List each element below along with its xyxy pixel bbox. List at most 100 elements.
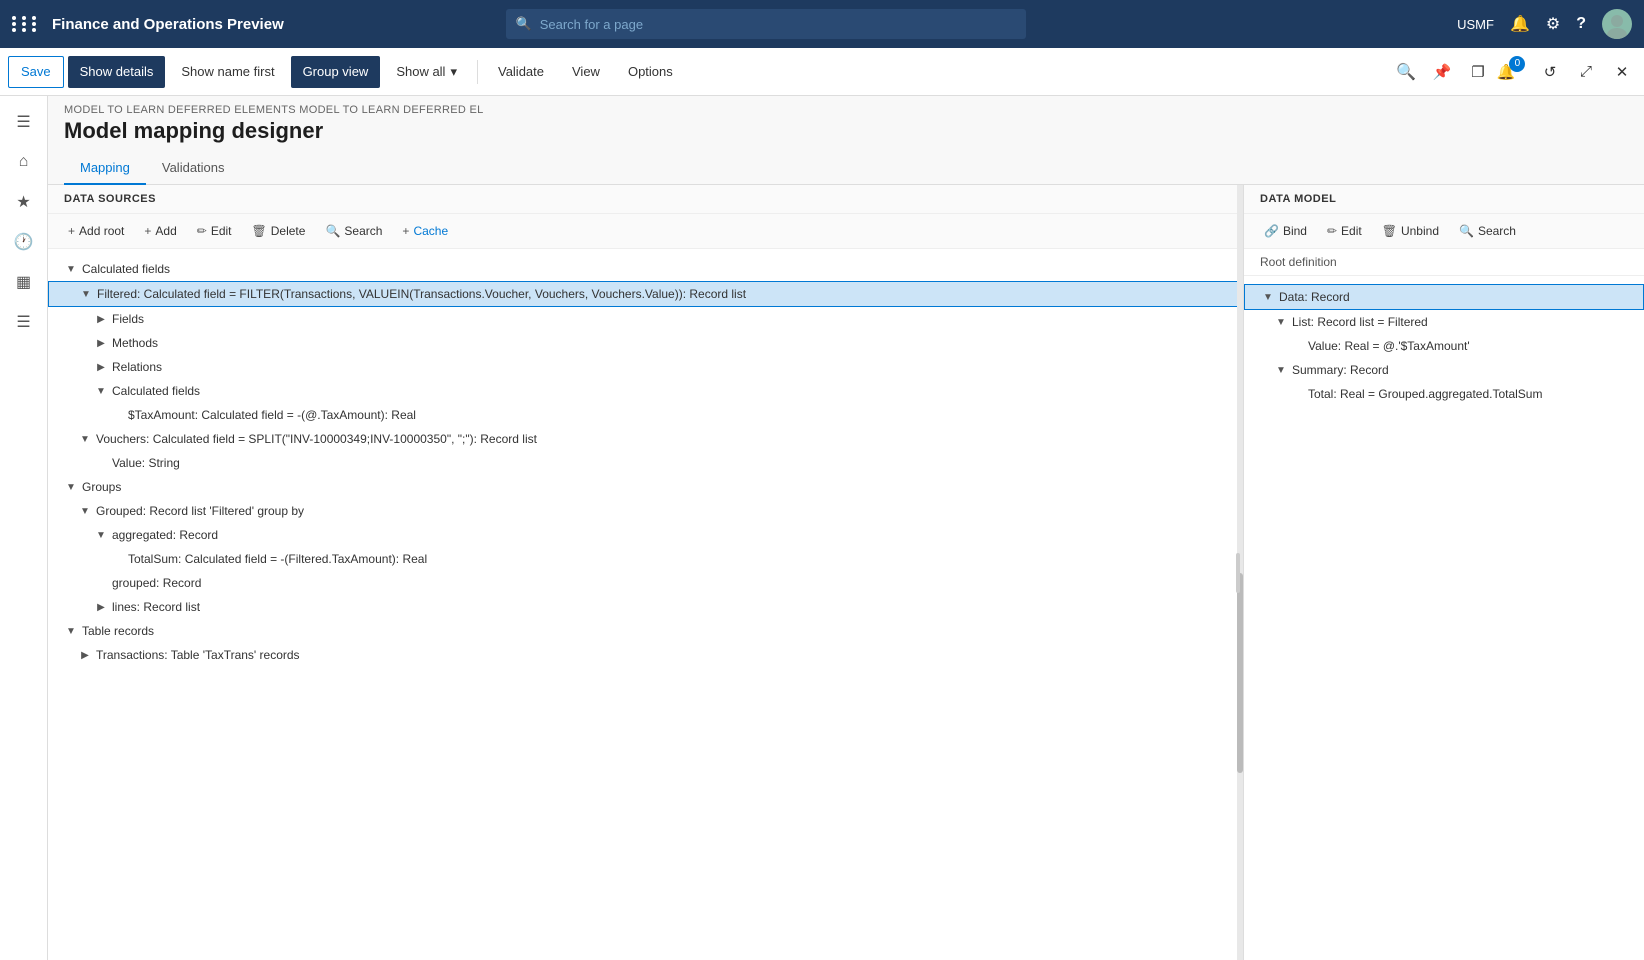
tree-item[interactable]: Value: String	[48, 451, 1243, 475]
tree-item[interactable]: aggregated: Record	[48, 523, 1243, 547]
tree-item[interactable]: Vouchers: Calculated field = SPLIT("INV-…	[48, 427, 1243, 451]
sidebar-home-icon[interactable]: ⌂	[6, 144, 42, 180]
panel-splitter[interactable]	[1236, 553, 1240, 593]
tab-mapping[interactable]: Mapping	[64, 152, 146, 185]
add-root-icon: +	[68, 224, 75, 238]
sidebar-hamburger-icon[interactable]: ☰	[6, 104, 42, 140]
expand-icon[interactable]	[94, 384, 108, 398]
tree-item[interactable]: Grouped: Record list 'Filtered' group by	[48, 499, 1243, 523]
show-details-button[interactable]: Show details	[68, 56, 166, 88]
expand-icon[interactable]	[94, 336, 108, 350]
dm-edit-button[interactable]: ✏ Edit	[1319, 220, 1370, 242]
unbind-icon: 🗑	[1382, 224, 1397, 238]
expand-icon[interactable]	[94, 360, 108, 374]
expand-icon[interactable]	[78, 504, 92, 518]
dm-search-button[interactable]: 🔍 Search	[1451, 220, 1524, 242]
tree-item[interactable]: Transactions: Table 'TaxTrans' records	[48, 643, 1243, 667]
sidebar-workspaces-icon[interactable]: ▦	[6, 264, 42, 300]
user-code: USMF	[1457, 17, 1494, 32]
expand-icon[interactable]	[64, 262, 78, 276]
bind-button[interactable]: 🔗 Bind	[1256, 220, 1315, 242]
sidebar-favorites-icon[interactable]: ★	[6, 184, 42, 220]
sidebar-modules-icon[interactable]: ☰	[6, 304, 42, 340]
tree-item[interactable]: Calculated fields	[48, 379, 1243, 403]
separator	[477, 60, 478, 84]
copy-icon[interactable]: ❐	[1464, 58, 1492, 86]
expand-icon[interactable]: ⤢	[1572, 58, 1600, 86]
app-layout: ☰ ⌂ ★ 🕐 ▦ ☰ MODEL TO LEARN DEFERRED ELEM…	[0, 96, 1644, 960]
global-search-box[interactable]: 🔍	[506, 9, 1026, 39]
view-button[interactable]: View	[560, 56, 612, 88]
tree-item[interactable]: grouped: Record	[48, 571, 1243, 595]
search-input[interactable]	[540, 17, 1016, 32]
search-button[interactable]: 🔍 Search	[317, 220, 390, 242]
main-content: MODEL TO LEARN DEFERRED ELEMENTS MODEL T…	[48, 96, 1644, 960]
tree-item[interactable]: Groups	[48, 475, 1243, 499]
delete-button[interactable]: 🗑 Delete	[244, 220, 314, 242]
expand-icon[interactable]	[64, 480, 78, 494]
expand-icon[interactable]	[94, 312, 108, 326]
tree-item[interactable]: Summary: Record	[1244, 358, 1644, 382]
refresh-icon[interactable]: ↺	[1536, 58, 1564, 86]
left-sidebar: ☰ ⌂ ★ 🕐 ▦ ☰	[0, 96, 48, 960]
cache-button[interactable]: + Cache	[394, 220, 456, 242]
tree-item[interactable]: lines: Record list	[48, 595, 1243, 619]
expand-icon[interactable]	[94, 600, 108, 614]
expand-icon[interactable]	[94, 528, 108, 542]
expand-icon[interactable]	[78, 648, 92, 662]
data-sources-toolbar: + Add root + Add ✏ Edit 🗑 Delete	[48, 214, 1243, 249]
show-all-button[interactable]: Show all ▾	[384, 56, 469, 88]
tree-item[interactable]: Total: Real = Grouped.aggregated.TotalSu…	[1244, 382, 1644, 406]
show-name-first-button[interactable]: Show name first	[169, 56, 286, 88]
tab-validations[interactable]: Validations	[146, 152, 241, 185]
expand-icon[interactable]	[1261, 290, 1275, 304]
add-button[interactable]: + Add	[136, 220, 184, 242]
tree-item[interactable]: Filtered: Calculated field = FILTER(Tran…	[48, 281, 1243, 307]
dm-search-icon: 🔍	[1459, 224, 1474, 238]
data-model-toolbar: 🔗 Bind ✏ Edit 🗑 Unbind 🔍 Search	[1244, 214, 1644, 249]
gear-icon[interactable]: ⚙	[1546, 14, 1560, 34]
tree-item[interactable]: List: Record list = Filtered	[1244, 310, 1644, 334]
unbind-button[interactable]: 🗑 Unbind	[1374, 220, 1447, 242]
data-sources-tree: Calculated fields Filtered: Calculated f…	[48, 249, 1243, 960]
expand-icon[interactable]	[1274, 315, 1288, 329]
bell-icon[interactable]: 🔔	[1510, 14, 1530, 34]
page-title: Model mapping designer	[48, 118, 1644, 144]
expand-icon[interactable]	[64, 624, 78, 638]
tree-item[interactable]: Table records	[48, 619, 1243, 643]
cache-icon: +	[402, 224, 409, 238]
toolbar-search-icon[interactable]: 🔍	[1396, 62, 1416, 82]
options-button[interactable]: Options	[616, 56, 685, 88]
expand-icon[interactable]	[78, 432, 92, 446]
tree-item[interactable]: Fields	[48, 307, 1243, 331]
breadcrumb: MODEL TO LEARN DEFERRED ELEMENTS MODEL T…	[64, 104, 1628, 116]
tree-item[interactable]: Methods	[48, 331, 1243, 355]
tree-item[interactable]: $TaxAmount: Calculated field = -(@.TaxAm…	[48, 403, 1243, 427]
data-sources-header: DATA SOURCES	[48, 185, 1243, 214]
help-icon[interactable]: ?	[1576, 15, 1586, 33]
sidebar-recent-icon[interactable]: 🕐	[6, 224, 42, 260]
tree-item[interactable]: Relations	[48, 355, 1243, 379]
scrollbar-thumb[interactable]	[1237, 573, 1243, 773]
validate-button[interactable]: Validate	[486, 56, 556, 88]
user-avatar[interactable]	[1602, 9, 1632, 39]
tree-item[interactable]: Calculated fields	[48, 257, 1243, 281]
close-icon[interactable]: ✕	[1608, 58, 1636, 86]
expand-icon[interactable]	[1274, 363, 1288, 377]
group-view-button[interactable]: Group view	[291, 56, 381, 88]
edit-button[interactable]: ✏ Edit	[189, 220, 240, 242]
expand-icon[interactable]	[79, 287, 93, 301]
add-root-button[interactable]: + Add root	[60, 220, 132, 242]
toolbar-icons-right: 📌 ❐ 🔔0 ↺ ⤢ ✕	[1428, 58, 1636, 86]
save-button[interactable]: Save	[8, 56, 64, 88]
notification-icon[interactable]: 🔔0	[1500, 58, 1528, 86]
breadcrumb-area: MODEL TO LEARN DEFERRED ELEMENTS MODEL T…	[48, 96, 1644, 116]
tree-item[interactable]: Value: Real = @.'$TaxAmount'	[1244, 334, 1644, 358]
tree-item[interactable]: TotalSum: Calculated field = -(Filtered.…	[48, 547, 1243, 571]
pin-icon[interactable]: 📌	[1428, 58, 1456, 86]
split-panel: DATA SOURCES + Add root + Add ✏ Edit	[48, 185, 1644, 960]
data-model-tree: Data: Record List: Record list = Filtere…	[1244, 276, 1644, 960]
app-grid-icon[interactable]	[12, 16, 40, 32]
tree-item[interactable]: Data: Record	[1244, 284, 1644, 310]
top-navigation: Finance and Operations Preview 🔍 USMF 🔔 …	[0, 0, 1644, 48]
